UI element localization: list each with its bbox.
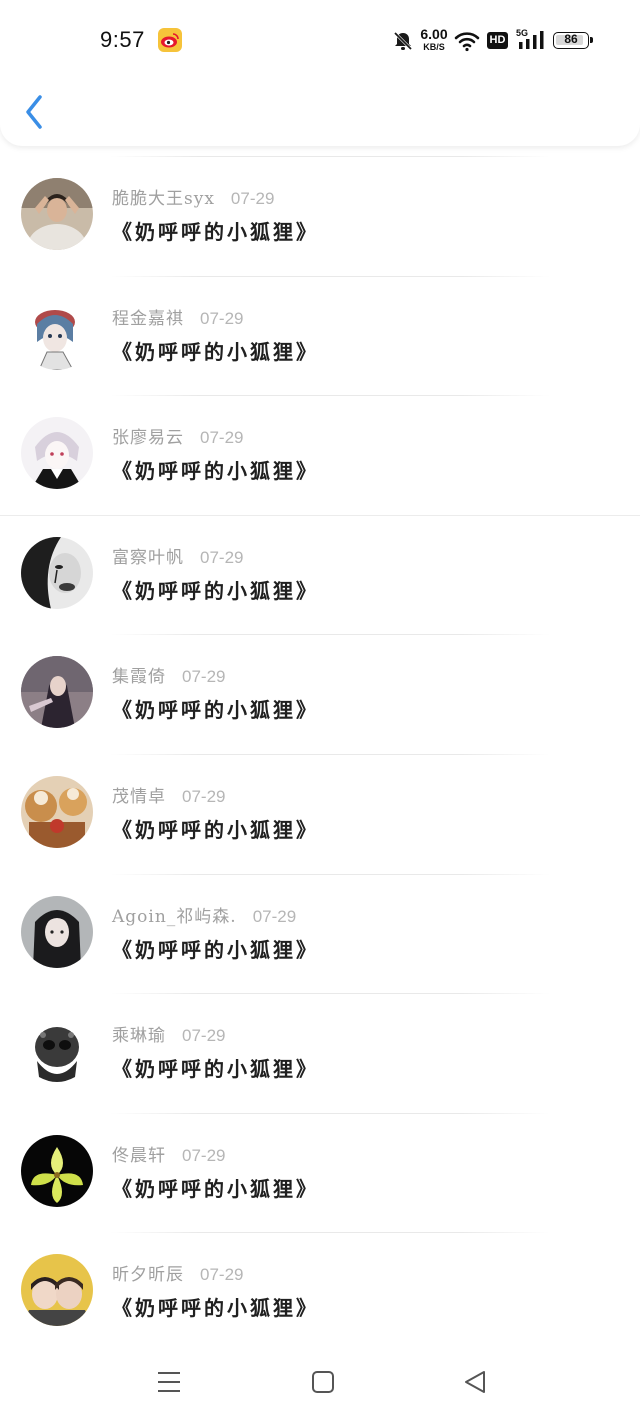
comment-date: 07-29 — [200, 308, 244, 328]
list-item[interactable]: 富察叶帆 07-29 《奶呼呼的小狐狸》 — [0, 514, 640, 635]
commenter-name[interactable]: 脆脆大王syx — [112, 189, 215, 209]
comment-text: 《奶呼呼的小狐狸》 — [112, 1296, 319, 1321]
back-triangle-icon — [465, 1371, 485, 1393]
commenter-name[interactable]: 昕夕昕辰 — [112, 1265, 184, 1285]
avatar[interactable] — [21, 1015, 93, 1088]
battery-icon: 86 — [553, 32, 593, 49]
net-speed: 6.00 KB/S — [418, 26, 450, 53]
divider — [0, 514, 640, 516]
divider — [110, 156, 550, 157]
comment-date: 07-29 — [252, 906, 297, 926]
comment-date: 07-29 — [200, 547, 244, 567]
list-item[interactable]: 集霞倚 07-29 《奶呼呼的小狐狸》 — [0, 634, 640, 754]
commenter-name[interactable]: 集霞倚 — [112, 667, 166, 687]
status-bar: 9:57 6.00 KB/S HD 5G 86 — [0, 0, 640, 80]
list-item[interactable]: 乘琳瑜 07-29 《奶呼呼的小狐狸》 — [0, 993, 640, 1113]
system-nav-bar — [0, 1345, 640, 1422]
divider — [110, 993, 550, 995]
commenter-name[interactable]: 佟晨轩 — [112, 1146, 166, 1166]
divider — [110, 873, 550, 875]
commenter-name[interactable]: 乘琳瑜 — [112, 1026, 166, 1046]
hd-badge: HD — [487, 32, 508, 49]
comment-date: 07-29 — [200, 428, 244, 448]
battery-level: 86 — [564, 32, 578, 46]
list-item[interactable]: 佟晨轩 07-29 《奶呼呼的小狐狸》 — [0, 1112, 640, 1233]
commenter-name[interactable]: 程金嘉祺 — [112, 309, 184, 329]
comment-meta: 乘琳瑜 07-29 — [112, 1021, 225, 1046]
nav-home-button[interactable] — [310, 1369, 336, 1399]
comment-meta: 集霞倚 07-29 — [112, 662, 225, 687]
comment-text: 《奶呼呼的小狐狸》 — [112, 220, 319, 244]
weibo-notification-icon — [158, 28, 182, 52]
list-item[interactable]: 程金嘉祺 07-29 《奶呼呼的小狐狸》 — [0, 275, 640, 396]
comment-meta: 张廖易云 07-29 — [112, 423, 243, 448]
comment-text: 《奶呼呼的小狐狸》 — [112, 817, 319, 842]
list-item[interactable]: Agoin_祁屿森. 07-29 《奶呼呼的小狐狸》 — [0, 873, 640, 994]
comment-date: 07-29 — [182, 1026, 226, 1046]
comment-text: 《奶呼呼的小狐狸》 — [112, 578, 319, 603]
chevron-left-icon — [26, 95, 42, 129]
commenter-name[interactable]: 富察叶帆 — [112, 548, 184, 568]
comment-text: 《奶呼呼的小狐狸》 — [112, 459, 319, 484]
hd-label: HD — [489, 34, 506, 46]
divider — [110, 1232, 550, 1234]
mute-bell-icon — [393, 31, 413, 51]
comment-meta: 佟晨轩 07-29 — [112, 1141, 225, 1166]
comment-meta: 昕夕昕辰 07-29 — [112, 1260, 243, 1285]
comment-text: 《奶呼呼的小狐狸》 — [112, 698, 319, 723]
divider — [110, 634, 550, 636]
list-item[interactable]: 茂情卓 07-29 《奶呼呼的小狐狸》 — [0, 753, 640, 874]
comment-date: 07-29 — [182, 786, 226, 806]
comment-meta: 富察叶帆 07-29 — [112, 543, 243, 568]
commenter-name[interactable]: 茂情卓 — [112, 787, 166, 807]
avatar[interactable] — [21, 1254, 93, 1327]
comment-date: 07-29 — [230, 189, 275, 208]
comment-date: 07-29 — [200, 1265, 244, 1285]
signal-icon — [519, 31, 544, 49]
nav-back-button[interactable] — [462, 1369, 488, 1399]
avatar[interactable] — [21, 656, 93, 729]
avatar[interactable] — [21, 775, 93, 848]
avatar[interactable] — [21, 1134, 93, 1207]
comment-date: 07-29 — [182, 667, 226, 687]
divider — [110, 753, 550, 755]
net-speed-unit: KB/S — [423, 42, 445, 52]
avatar[interactable] — [21, 297, 93, 370]
nav-menu-button[interactable] — [156, 1369, 182, 1399]
back-button[interactable] — [22, 94, 50, 130]
avatar[interactable] — [21, 895, 93, 968]
net-speed-value: 6.00 — [420, 26, 448, 42]
commenter-name[interactable]: 张廖易云 — [112, 428, 184, 448]
comment-text: 《奶呼呼的小狐狸》 — [112, 1057, 319, 1082]
divider — [110, 1112, 550, 1114]
comment-text: 《奶呼呼的小狐狸》 — [112, 339, 319, 364]
list-item[interactable]: 张廖易云 07-29 《奶呼呼的小狐狸》 — [0, 395, 640, 515]
wifi-icon — [454, 32, 480, 52]
comment-meta: 程金嘉祺 07-29 — [112, 304, 243, 329]
home-square-icon — [312, 1371, 334, 1393]
comment-date: 07-29 — [182, 1145, 226, 1165]
menu-icon — [158, 1372, 180, 1392]
avatar[interactable] — [21, 417, 93, 490]
comment-meta: 茂情卓 07-29 — [112, 782, 225, 807]
comment-meta: Agoin_祁屿森. 07-29 — [112, 902, 296, 927]
status-time: 9:57 — [100, 27, 145, 52]
list-item[interactable]: 昕夕昕辰 07-29 《奶呼呼的小狐狸》 — [0, 1232, 640, 1352]
divider — [110, 395, 550, 397]
divider — [110, 275, 550, 277]
avatar[interactable] — [21, 178, 93, 250]
comment-meta: 脆脆大王syx 07-29 — [112, 184, 274, 209]
commenter-name[interactable]: Agoin_祁屿森. — [112, 907, 237, 927]
comment-list: 脆脆大王syx 07-29 《奶呼呼的小狐狸》 程金嘉祺 07-29 《奶呼呼的小狐… — [0, 156, 640, 1352]
avatar[interactable] — [21, 536, 93, 609]
comment-text: 《奶呼呼的小狐狸》 — [112, 937, 319, 962]
list-item[interactable]: 脆脆大王syx 07-29 《奶呼呼的小狐狸》 — [0, 156, 640, 276]
comment-text: 《奶呼呼的小狐狸》 — [112, 1176, 319, 1201]
